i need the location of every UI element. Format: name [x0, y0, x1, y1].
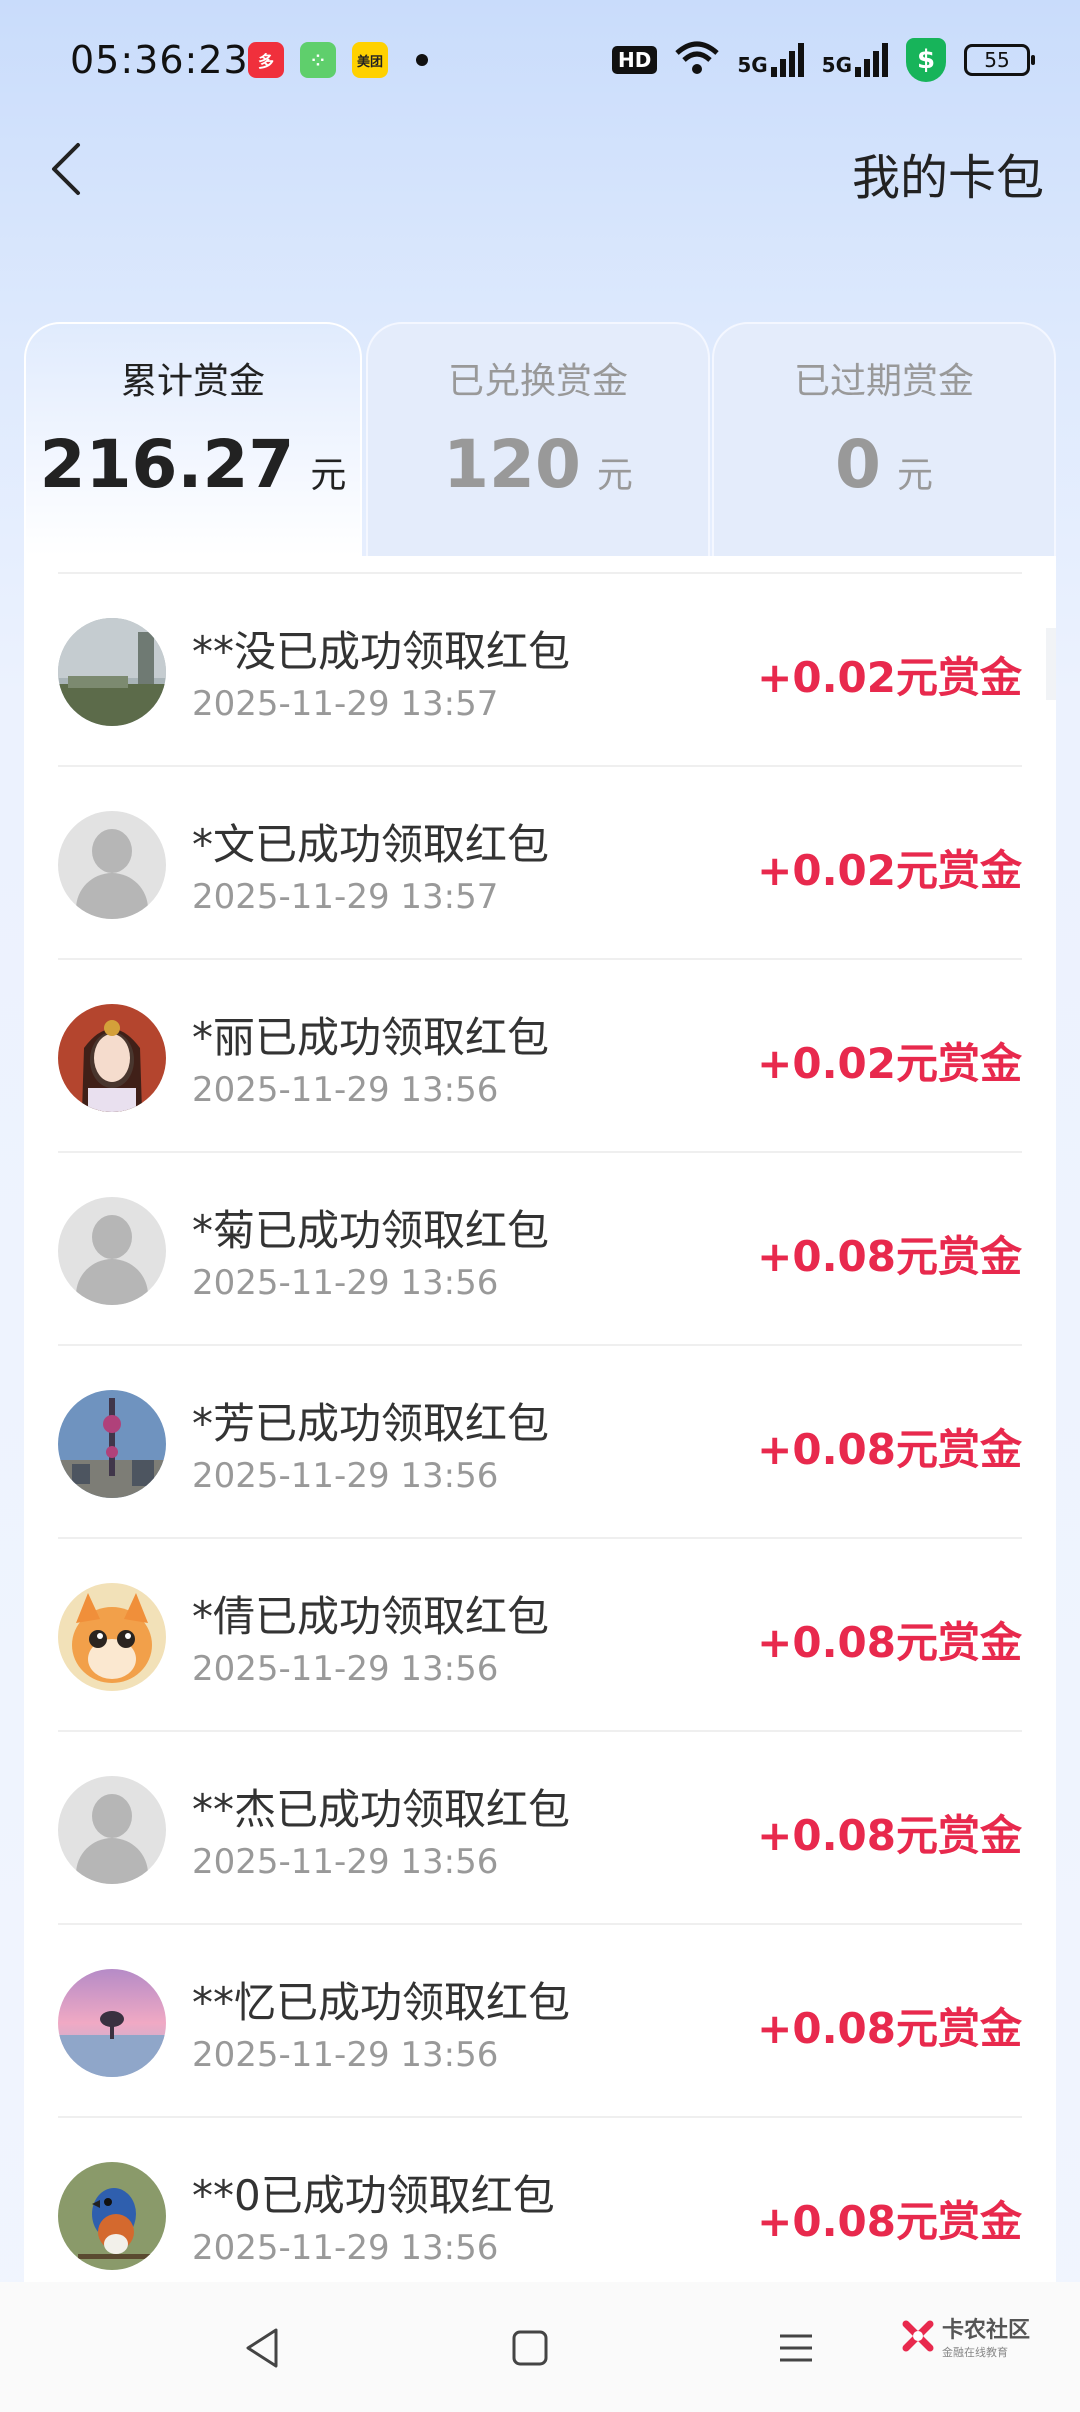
- tab-label: 已过期赏金: [793, 361, 974, 402]
- record-amount: +0.08元赏金: [757, 1618, 1022, 1667]
- nav-home-button[interactable]: [500, 2318, 560, 2378]
- record-amount: +0.02元赏金: [757, 653, 1022, 702]
- signal-5g-icon: 5G: [737, 43, 804, 77]
- list-item[interactable]: *丽已成功领取红包 2025-11-29 13:56 +0.02元赏金: [58, 960, 1022, 1153]
- app-grid-icon: ⁘: [300, 42, 336, 78]
- record-amount: +0.08元赏金: [757, 1232, 1022, 1281]
- record-title: **忆已成功领取红包: [192, 1978, 571, 2027]
- list-item[interactable]: **杰已成功领取红包 2025-11-29 13:56 +0.08元赏金: [58, 1732, 1022, 1925]
- record-time: 2025-11-29 13:56: [192, 2035, 499, 2075]
- battery-icon: 55: [964, 44, 1035, 76]
- record-time: 2025-11-29 13:57: [192, 877, 499, 917]
- wifi-icon: [675, 41, 719, 79]
- pinduoduo-icon: 多: [248, 42, 284, 78]
- record-title: **0已成功领取红包: [192, 2171, 555, 2220]
- back-button[interactable]: [36, 134, 96, 204]
- signal-5g-label: 5G: [737, 53, 768, 77]
- avatar: [58, 811, 166, 919]
- record-title: *倩已成功领取红包: [192, 1592, 550, 1641]
- menu-lines-icon: [780, 2334, 812, 2362]
- list-item[interactable]: *菊已成功领取红包 2025-11-29 13:56 +0.08元赏金: [58, 1153, 1022, 1346]
- record-title: *菊已成功领取红包: [192, 1206, 550, 1255]
- record-time: 2025-11-29 13:56: [192, 2228, 499, 2268]
- avatar: [58, 1197, 166, 1305]
- chevron-left-icon: [52, 143, 80, 195]
- watermark-title: 卡农社区: [942, 2318, 1031, 2343]
- nav-menu-button[interactable]: [766, 2318, 826, 2378]
- list-item[interactable]: **没已成功领取红包 2025-11-29 13:57 +0.02元赏金: [58, 574, 1022, 767]
- tab-unit: 元: [310, 455, 347, 496]
- record-title: *文已成功领取红包: [192, 820, 550, 869]
- list-item[interactable]: *文已成功领取红包 2025-11-29 13:57 +0.02元赏金: [58, 767, 1022, 960]
- status-bar: 05:36:23 多 ⁘ 美团 HD 5G 5G $ 55: [0, 0, 1080, 120]
- record-title: **没已成功领取红包: [192, 627, 571, 676]
- avatar: [58, 1969, 166, 2077]
- status-time: 05:36:23: [70, 38, 249, 82]
- avatar: [58, 1390, 166, 1498]
- record-time: 2025-11-29 13:56: [192, 1842, 499, 1882]
- security-shield-icon: $: [906, 38, 946, 82]
- record-amount: +0.08元赏金: [757, 2197, 1022, 2246]
- tab-label: 已兑换赏金: [447, 361, 628, 402]
- square-home-icon: [512, 2330, 548, 2366]
- record-amount: +0.02元赏金: [757, 846, 1022, 895]
- nav-back-button[interactable]: [232, 2318, 292, 2378]
- kanong-logo-icon: [900, 2318, 936, 2354]
- tab-amount: 216.27: [39, 426, 295, 503]
- record-amount: +0.08元赏金: [757, 2004, 1022, 2053]
- tab-unit: 元: [896, 455, 933, 496]
- watermark: 卡农社区 金融在线教育: [900, 2312, 1030, 2360]
- record-time: 2025-11-29 13:56: [192, 1456, 499, 1496]
- tab-amount: 0: [835, 426, 881, 503]
- triangle-back-icon: [246, 2328, 278, 2368]
- record-time: 2025-11-29 13:57: [192, 684, 499, 724]
- tab-unit: 元: [596, 455, 633, 496]
- meituan-icon: 美团: [352, 42, 388, 78]
- record-title: *丽已成功领取红包: [192, 1013, 550, 1062]
- list-item[interactable]: **忆已成功领取红包 2025-11-29 13:56 +0.08元赏金: [58, 1925, 1022, 2118]
- notification-dot-icon: [416, 54, 428, 66]
- list-item[interactable]: **0已成功领取红包 2025-11-29 13:56 +0.08元赏金: [58, 2118, 1022, 2282]
- record-amount: +0.08元赏金: [757, 1425, 1022, 1474]
- tab-amount: 120: [443, 426, 581, 503]
- avatar: [58, 618, 166, 726]
- record-amount: +0.08元赏金: [757, 1811, 1022, 1860]
- scrollbar[interactable]: [1046, 628, 1056, 700]
- avatar: [58, 1776, 166, 1884]
- record-time: 2025-11-29 13:56: [192, 1263, 499, 1303]
- page-title: 我的卡包: [851, 150, 1044, 206]
- tab-redeemed-bounty[interactable]: 已兑换赏金 120 元: [366, 322, 710, 556]
- watermark-subtitle: 金融在线教育: [942, 2346, 1008, 2359]
- signal-5g-2-label: 5G: [821, 53, 852, 77]
- list-item[interactable]: *芳已成功领取红包 2025-11-29 13:56 +0.08元赏金: [58, 1346, 1022, 1539]
- tab-total-bounty[interactable]: 累计赏金 216.27 元: [24, 322, 362, 556]
- tab-expired-bounty[interactable]: 已过期赏金 0 元: [712, 322, 1056, 556]
- avatar: [58, 1004, 166, 1112]
- record-title: *芳已成功领取红包: [192, 1399, 550, 1448]
- record-list[interactable]: **没已成功领取红包 2025-11-29 13:57 +0.02元赏金 *文已…: [24, 556, 1056, 2282]
- hd-icon: HD: [611, 46, 658, 74]
- tab-label: 累计赏金: [120, 361, 265, 402]
- bounty-tabs: 累计赏金 216.27 元 已兑换赏金 120 元 已过期赏金 0 元: [24, 322, 1056, 556]
- signal-5g-2-icon: 5G: [822, 43, 888, 77]
- list-item[interactable]: *倩已成功领取红包 2025-11-29 13:56 +0.08元赏金: [58, 1539, 1022, 1732]
- record-title: **杰已成功领取红包: [192, 1785, 571, 1834]
- record-time: 2025-11-29 13:56: [192, 1649, 499, 1689]
- system-navigation-bar: 卡农社区 金融在线教育: [0, 2282, 1080, 2412]
- record-time: 2025-11-29 13:56: [192, 1070, 499, 1110]
- avatar: [58, 2162, 166, 2270]
- record-amount: +0.02元赏金: [757, 1039, 1022, 1088]
- avatar: [58, 1583, 166, 1691]
